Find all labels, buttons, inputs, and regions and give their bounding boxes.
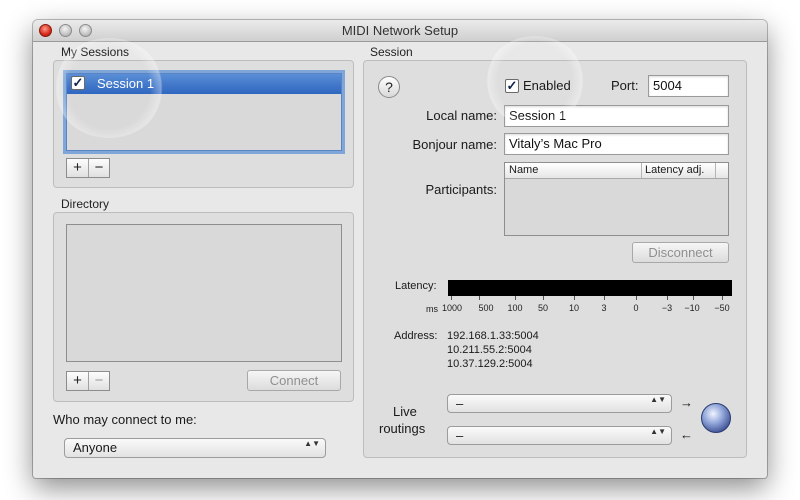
latency-scale-label: −10 xyxy=(684,303,700,313)
session-enabled-checkbox[interactable]: ✓ xyxy=(71,76,85,90)
bonjour-name-field[interactable]: Vitaly’s Mac Pro xyxy=(504,133,729,155)
popup-arrows-icon: ▲▼ xyxy=(650,395,666,404)
latency-tick xyxy=(693,296,694,300)
directory-list[interactable] xyxy=(66,224,342,362)
live-routings-label-line2: routings xyxy=(379,421,426,436)
network-globe-icon xyxy=(701,403,731,433)
directory-group: + − Connect xyxy=(53,212,354,402)
enabled-label: Enabled xyxy=(523,78,571,93)
address-line: 192.168.1.33:5004 xyxy=(447,330,539,342)
latency-tick xyxy=(636,296,637,300)
routing-input-popup[interactable]: – ▲▼ xyxy=(447,394,672,413)
column-separator xyxy=(641,163,642,178)
column-separator xyxy=(715,163,716,178)
column-latency-adj-header[interactable]: Latency adj. xyxy=(645,164,704,176)
remove-directory-button[interactable]: − xyxy=(88,372,109,390)
enabled-checkbox[interactable]: ✓ xyxy=(505,79,519,93)
latency-scale-label: 3 xyxy=(601,303,607,313)
window-title: MIDI Network Setup xyxy=(341,23,459,38)
add-directory-button[interactable]: + xyxy=(67,372,88,390)
latency-tick xyxy=(667,296,668,300)
session-row-label: Session 1 xyxy=(97,76,155,91)
latency-tick xyxy=(574,296,575,300)
routing-output-popup[interactable]: – ▲▼ xyxy=(447,426,672,445)
my-sessions-label: My Sessions xyxy=(61,45,130,59)
latency-scale-label: 0 xyxy=(633,303,639,313)
latency-label: Latency: xyxy=(395,280,437,292)
who-may-connect-value: Anyone xyxy=(73,440,118,455)
latency-tick xyxy=(479,296,480,300)
address-label: Address: xyxy=(394,330,438,342)
latency-scale-label: 50 xyxy=(537,303,548,313)
latency-tick xyxy=(515,296,516,300)
local-name-label: Local name: xyxy=(426,108,497,123)
live-routings-label-line1: Live xyxy=(393,404,417,419)
latency-tick xyxy=(604,296,605,300)
address-line: 10.211.55.2:5004 xyxy=(447,344,532,356)
remove-session-button[interactable]: − xyxy=(88,159,109,177)
arrow-right-icon: → xyxy=(680,395,693,410)
directory-add-remove: + − xyxy=(66,371,110,391)
help-button[interactable]: ? xyxy=(378,76,400,98)
disconnect-button[interactable]: Disconnect xyxy=(632,242,729,263)
who-may-connect-label: Who may connect to me: xyxy=(53,412,197,427)
latency-meter xyxy=(448,280,732,296)
routing-output-value: – xyxy=(456,428,464,443)
latency-tick xyxy=(451,296,452,300)
title-bar[interactable]: MIDI Network Setup xyxy=(33,20,767,42)
midi-network-setup-window: MIDI Network Setup My Sessions ✓ Session… xyxy=(33,20,767,478)
port-label: Port: xyxy=(611,78,639,93)
who-may-connect-popup[interactable]: Anyone ▲▼ xyxy=(64,438,326,458)
participants-table-header: Name Latency adj. xyxy=(505,163,728,179)
connect-button[interactable]: Connect xyxy=(247,370,341,391)
port-field[interactable]: 5004 xyxy=(648,75,729,97)
directory-label: Directory xyxy=(61,197,110,211)
latency-scale-label: −50 xyxy=(714,303,730,313)
column-name-header[interactable]: Name xyxy=(509,164,538,176)
my-sessions-group: ✓ Session 1 + − xyxy=(53,60,354,188)
latency-scale-label: 500 xyxy=(478,303,494,313)
latency-tick xyxy=(543,296,544,300)
address-line: 10.37.129.2:5004 xyxy=(447,358,533,370)
sessions-list[interactable]: ✓ Session 1 xyxy=(66,73,342,151)
latency-tick xyxy=(722,296,723,300)
arrow-left-icon: ← xyxy=(680,427,693,442)
latency-scale-label: 100 xyxy=(507,303,523,313)
popup-arrows-icon: ▲▼ xyxy=(650,427,666,436)
popup-arrows-icon: ▲▼ xyxy=(304,439,320,448)
latency-scale-label: 10 xyxy=(568,303,579,313)
sessions-add-remove: + − xyxy=(66,158,110,178)
add-session-button[interactable]: + xyxy=(67,159,88,177)
participants-label: Participants: xyxy=(425,182,497,197)
bonjour-name-label: Bonjour name: xyxy=(412,137,497,152)
routing-input-value: – xyxy=(456,396,464,411)
session-row-selected[interactable]: ✓ Session 1 xyxy=(67,74,341,94)
local-name-field[interactable]: Session 1 xyxy=(504,105,729,127)
session-group-label: Session xyxy=(370,45,413,59)
participants-table[interactable]: Name Latency adj. xyxy=(504,162,729,236)
latency-scale-label: 1000 xyxy=(441,303,463,313)
